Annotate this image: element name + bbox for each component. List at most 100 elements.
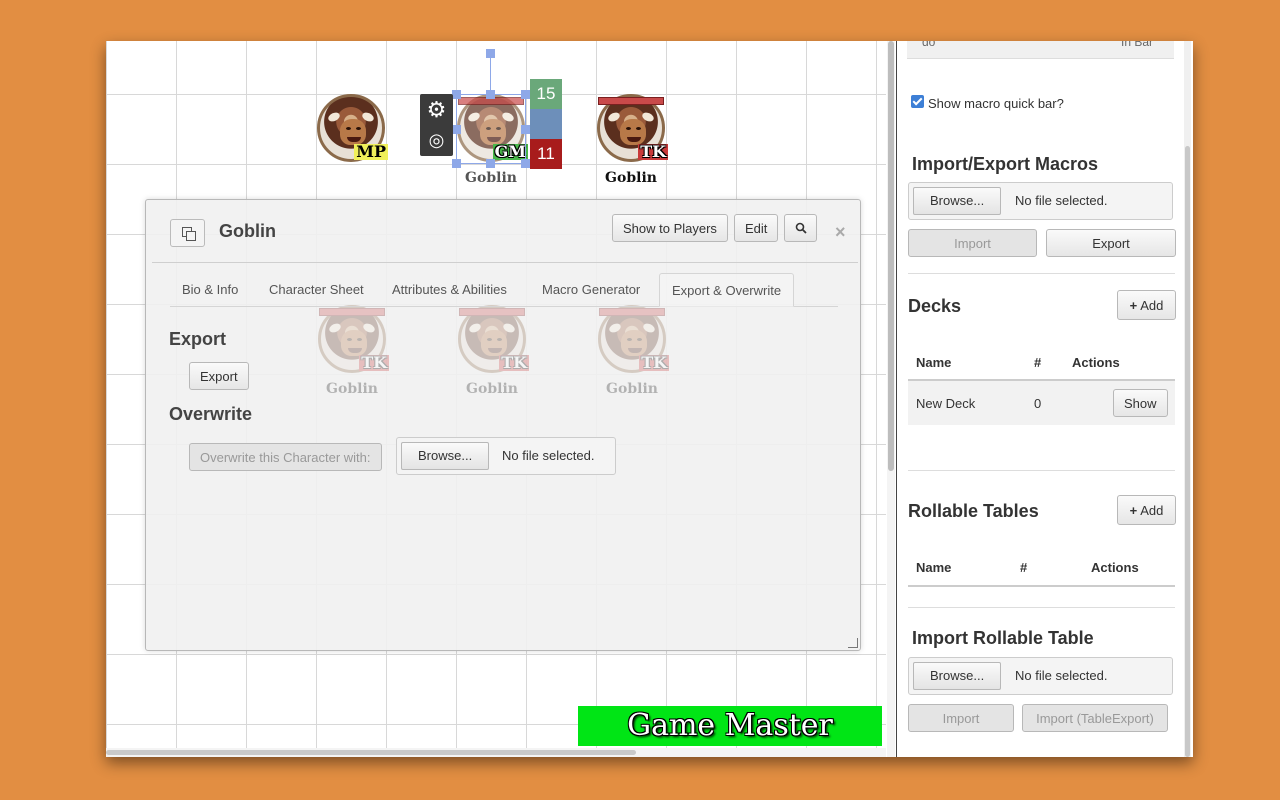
overwrite-character-button[interactable]: Overwrite this Character with: [189, 443, 382, 471]
game-master-layer-banner: Game Master Tokens [578, 706, 882, 757]
export-section-title: Export [169, 329, 227, 349]
export-character-button[interactable]: Export [189, 362, 249, 390]
decks-header-count: # [1034, 355, 1042, 370]
token-radial-menu: ⚙ ◎ [420, 94, 453, 156]
resize-handle-ne[interactable] [521, 90, 530, 99]
import-export-macros-title: Import/Export Macros [912, 154, 1099, 174]
popout-icon [181, 227, 196, 241]
show-quickbar-checkbox[interactable] [911, 95, 924, 108]
file-status: No file selected. [1015, 668, 1108, 683]
resize-handle-s[interactable] [486, 159, 495, 168]
close-icon[interactable]: × [835, 222, 846, 243]
browse-button[interactable]: Browse... [401, 442, 490, 470]
macro-row: do In Bar [907, 41, 1174, 59]
show-deck-button[interactable]: Show [1113, 389, 1168, 417]
popout-button[interactable] [170, 219, 205, 247]
bar1-bubble[interactable]: 15 [530, 79, 562, 109]
export-macros-button[interactable]: Export [1046, 229, 1176, 257]
resize-grip[interactable] [848, 638, 858, 648]
import-table-button[interactable]: Import [908, 704, 1014, 732]
overwrite-file-input[interactable]: Browse... No file selected. [396, 437, 616, 475]
token-label: TK [499, 353, 529, 372]
resize-handle-se[interactable] [521, 159, 530, 168]
plus-icon: + [1129, 502, 1138, 518]
file-status: No file selected. [502, 448, 595, 463]
edit-button[interactable]: Edit [734, 214, 779, 242]
token-health-bar [598, 97, 664, 105]
rollable-tables-title: Rollable Tables [908, 501, 1039, 521]
character-dialog: TK Goblin TK Goblin TK Goblin Goblin Sho… [145, 199, 861, 651]
token-label: TK [639, 353, 669, 372]
resize-handle-w[interactable] [452, 125, 461, 134]
resize-handle-e[interactable] [521, 125, 530, 134]
macro-name: do [922, 41, 936, 49]
deck-count: 0 [1034, 396, 1042, 411]
search-icon [795, 222, 807, 234]
bar3-bubble[interactable]: 11 [530, 139, 562, 169]
gear-icon[interactable]: ⚙ [420, 94, 453, 125]
browse-button[interactable]: Browse... [913, 662, 1002, 690]
compass-icon[interactable]: ◎ [420, 125, 453, 156]
show-to-players-button[interactable]: Show to Players [612, 214, 728, 242]
file-status: No file selected. [1015, 193, 1108, 208]
tab-export-overwrite[interactable]: Export & Overwrite [659, 273, 795, 307]
horizontal-scrollbar[interactable] [106, 748, 886, 757]
rotate-handle[interactable] [486, 49, 495, 58]
show-quickbar-label: Show macro quick bar? [928, 96, 1064, 111]
divider [908, 585, 1175, 587]
add-label: Add [1140, 297, 1164, 313]
import-tableexport-button[interactable]: Import (TableExport) [1022, 704, 1168, 732]
tables-header-count: # [1020, 560, 1028, 575]
table-row: New Deck 0 Show [908, 381, 1175, 425]
token-name: Goblin [606, 381, 658, 397]
canvas-vertical-scrollbar[interactable] [887, 41, 895, 757]
map-canvas[interactable]: MP GM Goblin ⚙ ◎ 15 11 TK Goblin TK Gobl… [106, 41, 886, 757]
decks-header-name: Name [916, 355, 952, 370]
tab-bar: Bio & Info Character Sheet Attributes & … [170, 273, 838, 307]
browse-button[interactable]: Browse... [913, 187, 1002, 215]
token-name: Goblin [466, 381, 518, 397]
token-name: Goblin [605, 170, 657, 186]
token-name: Goblin [326, 381, 378, 397]
divider [152, 262, 858, 263]
divider [908, 470, 1175, 471]
token-goblin-tk[interactable]: TK Goblin [596, 81, 668, 186]
bar2-bubble[interactable] [530, 109, 562, 139]
overwrite-section-title: Overwrite [169, 404, 253, 424]
import-rollable-table-title: Import Rollable Table [912, 628, 1094, 648]
resize-handle-nw[interactable] [452, 90, 461, 99]
deck-name: New Deck [916, 396, 976, 411]
plus-icon: + [1129, 297, 1138, 313]
divider [908, 273, 1175, 274]
search-button[interactable] [784, 214, 817, 242]
in-bar-label: In Bar [1121, 41, 1154, 49]
sidebar-scrollbar[interactable] [1184, 41, 1191, 757]
tab-bio-info[interactable]: Bio & Info [170, 273, 250, 307]
macro-file-input[interactable]: Browse... No file selected. [908, 182, 1173, 220]
token-label: MP [354, 142, 388, 161]
resize-handle-n[interactable] [486, 90, 495, 99]
decks-header-actions: Actions [1072, 355, 1120, 370]
divider [908, 607, 1175, 608]
token-goblin-mp[interactable]: MP [316, 81, 388, 162]
token-name: Goblin [465, 170, 517, 186]
tables-header-actions: Actions [1091, 560, 1139, 575]
app-window: MP GM Goblin ⚙ ◎ 15 11 TK Goblin TK Gobl… [106, 41, 1193, 757]
decks-title: Decks [908, 296, 962, 316]
tables-header-name: Name [916, 560, 952, 575]
import-macros-button[interactable]: Import [908, 229, 1037, 257]
tab-character-sheet[interactable]: Character Sheet [257, 273, 376, 307]
right-sidebar: do In Bar Show macro quick bar? Import/E… [896, 41, 1193, 757]
add-deck-button[interactable]: + Add [1117, 290, 1176, 320]
add-label: Add [1140, 502, 1164, 518]
add-table-button[interactable]: + Add [1117, 495, 1176, 525]
token-label: TK [359, 353, 389, 372]
rotation-line [490, 57, 491, 94]
tab-macro-generator[interactable]: Macro Generator [530, 273, 652, 307]
tab-attributes-abilities[interactable]: Attributes & Abilities [380, 273, 519, 307]
dialog-title: Goblin [219, 221, 276, 241]
resize-handle-sw[interactable] [452, 159, 461, 168]
selection-box [456, 94, 526, 164]
token-label: TK [638, 142, 668, 161]
table-file-input[interactable]: Browse... No file selected. [908, 657, 1173, 695]
